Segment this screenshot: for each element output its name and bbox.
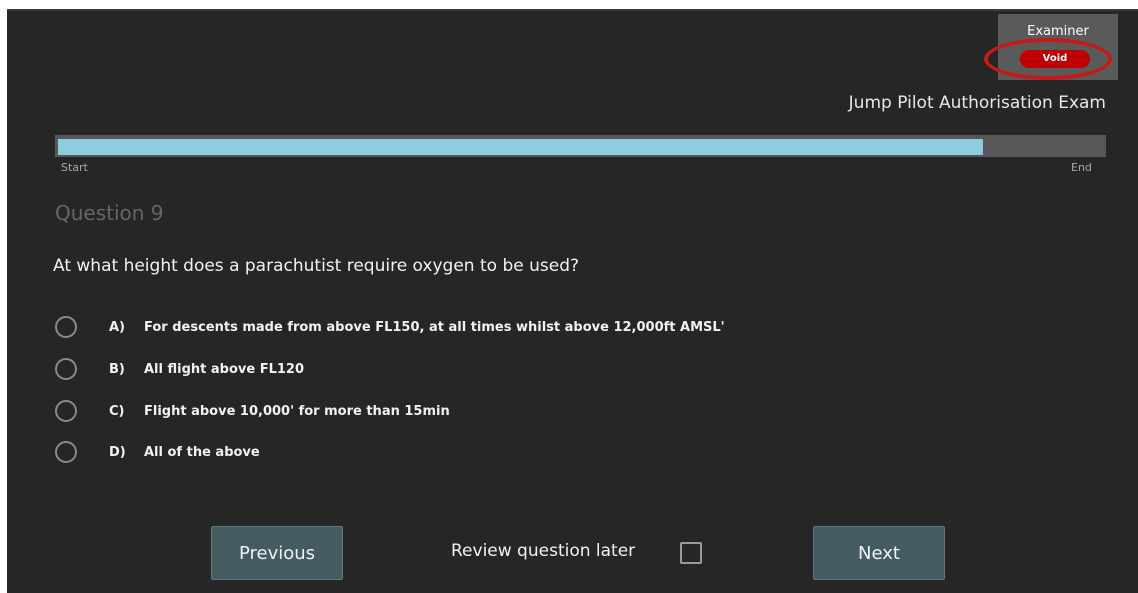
- next-button[interactable]: Next: [813, 526, 945, 580]
- answer-option-c[interactable]: C) Flight above 10,000' for more than 15…: [55, 400, 815, 426]
- examiner-panel: Examiner Void: [998, 14, 1118, 80]
- answer-letter: C): [109, 404, 125, 419]
- review-later-checkbox[interactable]: [680, 542, 702, 564]
- question-number: Question 9: [55, 201, 164, 225]
- progress-end-label: End: [1071, 161, 1092, 174]
- answer-option-d[interactable]: D) All of the above: [55, 441, 815, 467]
- answer-text: All of the above: [144, 445, 260, 460]
- answer-text: All flight above FL120: [144, 362, 305, 377]
- exam-app: Examiner Void Jump Pilot Authorisation E…: [7, 9, 1138, 593]
- void-button[interactable]: Void: [1020, 50, 1090, 68]
- radio-button-d[interactable]: [55, 441, 77, 463]
- previous-button[interactable]: Previous: [211, 526, 343, 580]
- question-text: At what height does a parachutist requir…: [53, 256, 580, 276]
- answer-letter: D): [109, 445, 126, 460]
- review-later-label: Review question later: [451, 541, 636, 561]
- examiner-label: Examiner: [1027, 24, 1089, 39]
- exam-title: Jump Pilot Authorisation Exam: [848, 93, 1106, 113]
- answer-text: Flight above 10,000' for more than 15min: [144, 404, 450, 419]
- answer-option-a[interactable]: A) For descents made from above FL150, a…: [55, 316, 815, 342]
- radio-button-b[interactable]: [55, 358, 77, 380]
- answer-letter: B): [109, 362, 125, 377]
- answer-letter: A): [109, 320, 126, 335]
- radio-button-c[interactable]: [55, 400, 77, 422]
- radio-button-a[interactable]: [55, 316, 77, 338]
- answer-option-b[interactable]: B) All flight above FL120: [55, 358, 815, 384]
- progress-bar: [55, 135, 1106, 157]
- answer-text: For descents made from above FL150, at a…: [144, 320, 725, 335]
- progress-fill: [58, 139, 983, 155]
- progress-start-label: Start: [61, 161, 88, 174]
